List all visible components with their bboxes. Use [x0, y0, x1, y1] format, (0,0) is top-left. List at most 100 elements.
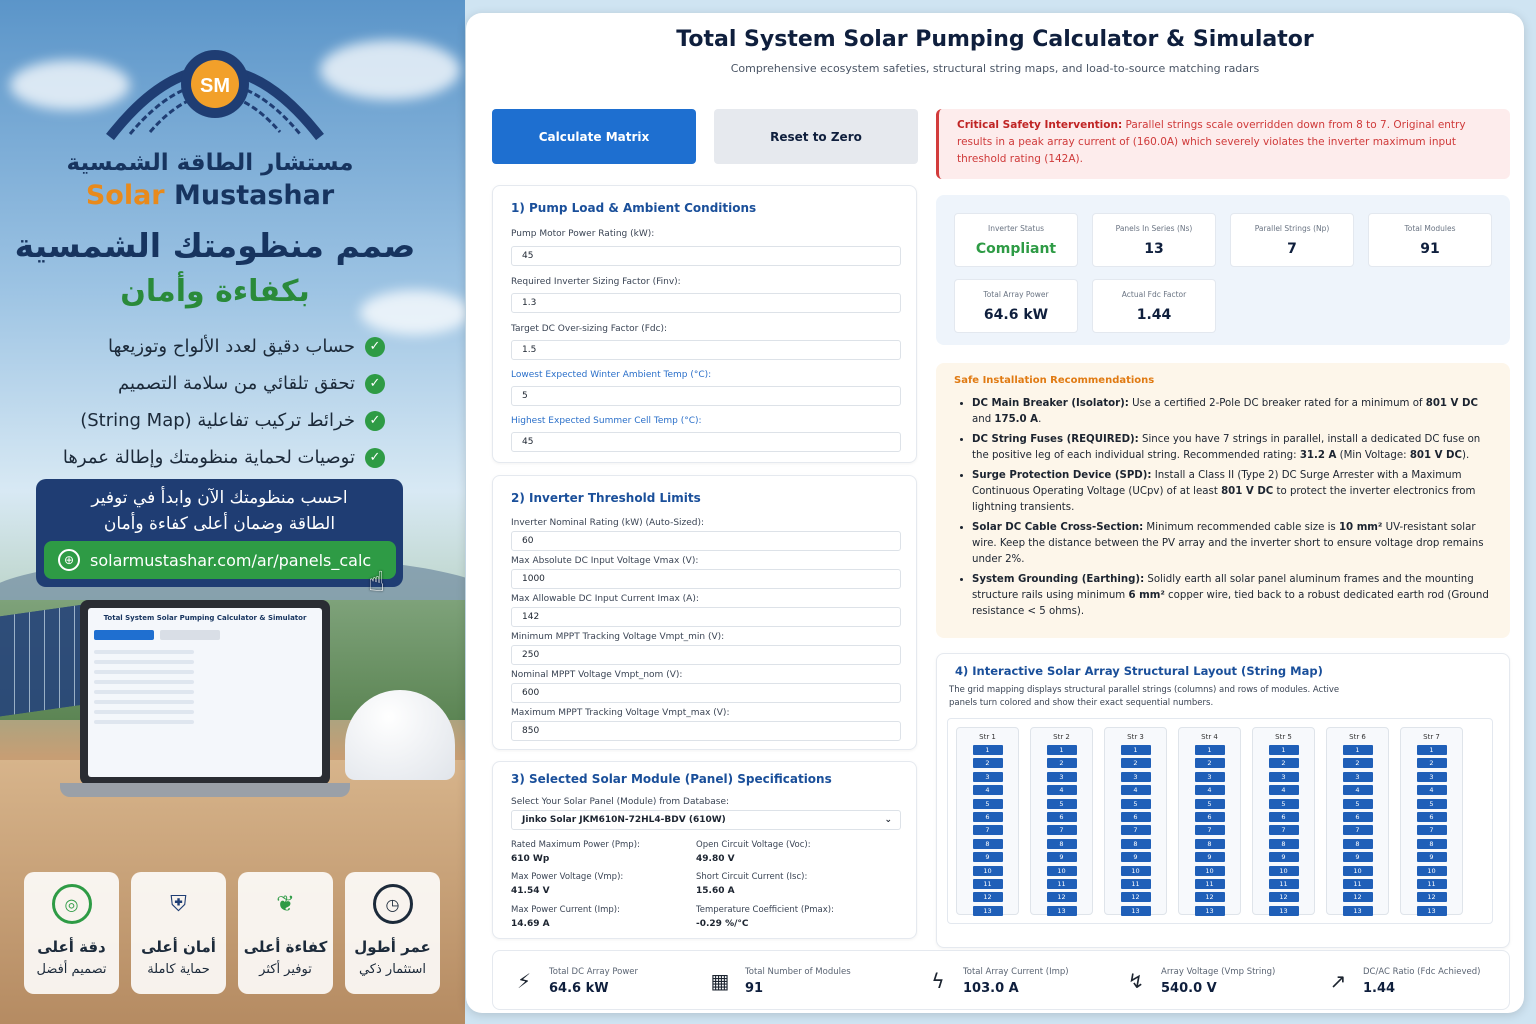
module-cell[interactable]: 4	[1342, 785, 1373, 796]
module-cell[interactable]: 8	[1046, 838, 1077, 849]
module-cell[interactable]: 6	[1416, 811, 1447, 822]
module-cell[interactable]: 8	[1416, 838, 1447, 849]
module-cell[interactable]: 3	[1416, 771, 1447, 782]
vmpt-nom-input[interactable]: 600	[511, 683, 901, 703]
module-cell[interactable]: 13	[972, 905, 1003, 916]
module-cell[interactable]: 10	[1194, 865, 1225, 876]
module-cell[interactable]: 3	[1194, 771, 1225, 782]
module-cell[interactable]: 7	[1342, 825, 1373, 836]
module-cell[interactable]: 10	[1268, 865, 1299, 876]
module-cell[interactable]: 12	[1268, 892, 1299, 903]
module-cell[interactable]: 1	[972, 745, 1003, 755]
pump-power-input[interactable]: 45	[511, 246, 901, 266]
module-cell[interactable]: 7	[1268, 825, 1299, 836]
module-cell[interactable]: 7	[1046, 825, 1077, 836]
inverter-sizing-factor-input[interactable]: 1.3	[511, 293, 901, 313]
module-cell[interactable]: 8	[1194, 838, 1225, 849]
module-cell[interactable]: 2	[1120, 758, 1151, 769]
calculate-button[interactable]: Calculate Matrix	[492, 109, 696, 164]
module-cell[interactable]: 13	[1268, 905, 1299, 916]
module-cell[interactable]: 5	[1046, 798, 1077, 809]
module-cell[interactable]: 12	[1194, 892, 1225, 903]
module-cell[interactable]: 12	[1120, 892, 1151, 903]
module-cell[interactable]: 9	[1416, 852, 1447, 863]
module-cell[interactable]: 13	[1046, 905, 1077, 916]
module-cell[interactable]: 7	[1194, 825, 1225, 836]
module-cell[interactable]: 2	[1268, 758, 1299, 769]
module-cell[interactable]: 3	[1342, 771, 1373, 782]
module-cell[interactable]: 4	[1046, 785, 1077, 796]
imax-input[interactable]: 142	[511, 607, 901, 627]
summer-temp-input[interactable]: 45	[511, 432, 901, 452]
module-cell[interactable]: 6	[1046, 811, 1077, 822]
module-cell[interactable]: 3	[1046, 771, 1077, 782]
module-cell[interactable]: 10	[972, 865, 1003, 876]
module-cell[interactable]: 10	[1416, 865, 1447, 876]
module-cell[interactable]: 11	[972, 878, 1003, 889]
module-cell[interactable]: 9	[1120, 852, 1151, 863]
module-cell[interactable]: 10	[1342, 865, 1373, 876]
module-cell[interactable]: 2	[1342, 758, 1373, 769]
module-cell[interactable]: 11	[1342, 878, 1373, 889]
module-cell[interactable]: 4	[1120, 785, 1151, 796]
module-cell[interactable]: 9	[1342, 852, 1373, 863]
vmax-input[interactable]: 1000	[511, 569, 901, 589]
vmpt-max-input[interactable]: 850	[511, 721, 901, 741]
module-cell[interactable]: 2	[1046, 758, 1077, 769]
module-cell[interactable]: 2	[1416, 758, 1447, 769]
module-cell[interactable]: 5	[1342, 798, 1373, 809]
reset-button[interactable]: Reset to Zero	[714, 109, 918, 164]
module-cell[interactable]: 9	[972, 852, 1003, 863]
winter-temp-input[interactable]: 5	[511, 386, 901, 406]
module-cell[interactable]: 5	[1416, 798, 1447, 809]
module-cell[interactable]: 8	[1268, 838, 1299, 849]
module-cell[interactable]: 1	[1268, 745, 1299, 755]
module-cell[interactable]: 9	[1194, 852, 1225, 863]
module-cell[interactable]: 11	[1416, 878, 1447, 889]
module-cell[interactable]: 1	[1342, 745, 1373, 755]
module-cell[interactable]: 6	[1194, 811, 1225, 822]
module-cell[interactable]: 5	[972, 798, 1003, 809]
module-cell[interactable]: 4	[972, 785, 1003, 796]
module-cell[interactable]: 8	[972, 838, 1003, 849]
module-cell[interactable]: 9	[1046, 852, 1077, 863]
module-cell[interactable]: 7	[972, 825, 1003, 836]
module-cell[interactable]: 11	[1268, 878, 1299, 889]
vmpt-min-input[interactable]: 250	[511, 645, 901, 665]
module-cell[interactable]: 6	[1120, 811, 1151, 822]
module-cell[interactable]: 5	[1120, 798, 1151, 809]
module-cell[interactable]: 7	[1120, 825, 1151, 836]
module-cell[interactable]: 4	[1416, 785, 1447, 796]
module-cell[interactable]: 12	[1342, 892, 1373, 903]
module-cell[interactable]: 5	[1194, 798, 1225, 809]
module-cell[interactable]: 11	[1194, 878, 1225, 889]
module-cell[interactable]: 1	[1120, 745, 1151, 755]
module-cell[interactable]: 11	[1120, 878, 1151, 889]
panel-select[interactable]: Jinko Solar JKM610N-72HL4-BDV (610W) ⌄	[511, 810, 901, 830]
module-cell[interactable]: 12	[1416, 892, 1447, 903]
module-cell[interactable]: 13	[1194, 905, 1225, 916]
module-cell[interactable]: 5	[1268, 798, 1299, 809]
module-cell[interactable]: 7	[1416, 825, 1447, 836]
module-cell[interactable]: 4	[1194, 785, 1225, 796]
module-cell[interactable]: 1	[1046, 745, 1077, 755]
module-cell[interactable]: 13	[1120, 905, 1151, 916]
module-cell[interactable]: 2	[1194, 758, 1225, 769]
module-cell[interactable]: 12	[972, 892, 1003, 903]
module-cell[interactable]: 6	[1268, 811, 1299, 822]
dc-oversizing-factor-input[interactable]: 1.5	[511, 340, 901, 360]
module-cell[interactable]: 9	[1268, 852, 1299, 863]
inverter-rating-input[interactable]: 60	[511, 531, 901, 551]
module-cell[interactable]: 8	[1342, 838, 1373, 849]
module-cell[interactable]: 13	[1342, 905, 1373, 916]
module-cell[interactable]: 2	[972, 758, 1003, 769]
module-cell[interactable]: 8	[1120, 838, 1151, 849]
module-cell[interactable]: 11	[1046, 878, 1077, 889]
module-cell[interactable]: 6	[1342, 811, 1373, 822]
module-cell[interactable]: 1	[1194, 745, 1225, 755]
module-cell[interactable]: 1	[1416, 745, 1447, 755]
module-cell[interactable]: 6	[972, 811, 1003, 822]
module-cell[interactable]: 12	[1046, 892, 1077, 903]
module-cell[interactable]: 10	[1046, 865, 1077, 876]
module-cell[interactable]: 3	[1268, 771, 1299, 782]
